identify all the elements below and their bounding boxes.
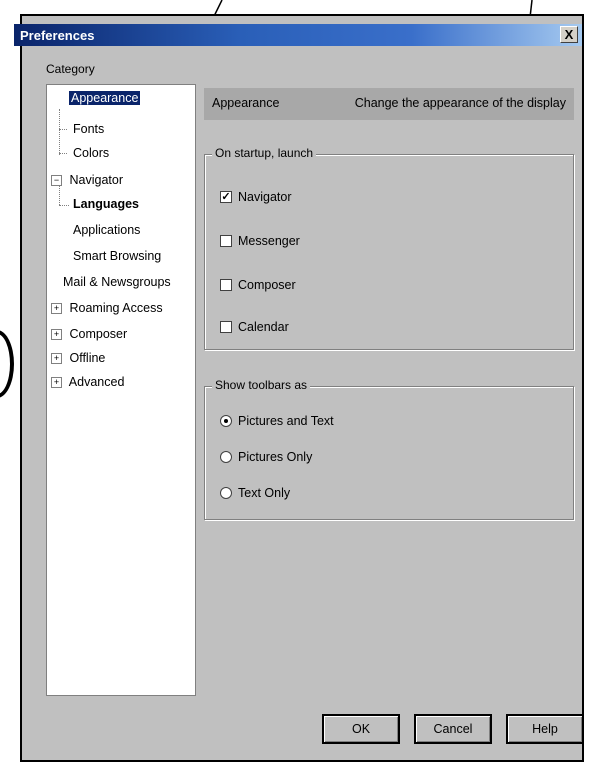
close-icon: X (564, 27, 574, 42)
tree-item-label: Fonts (73, 122, 105, 136)
tree-item-label: Appearance (69, 91, 141, 105)
tree-item-colors[interactable]: Colors (73, 144, 109, 162)
tree-item-label: Mail & Newsgroups (63, 275, 171, 289)
startup-option-calendar[interactable]: Calendar (220, 320, 289, 334)
tree-item-label: Languages (73, 197, 139, 211)
ok-button[interactable]: OK (322, 714, 400, 744)
tree-item-roaming-access[interactable]: + Roaming Access (51, 299, 163, 317)
startup-option-composer[interactable]: Composer (220, 278, 296, 292)
toolbars-group-legend: Show toolbars as (212, 378, 311, 392)
startup-option-navigator[interactable]: ✓ Navigator (220, 190, 292, 204)
tree-item-navigator[interactable]: − Navigator (51, 171, 123, 189)
tree-connector (59, 129, 67, 130)
tree-item-offline[interactable]: + Offline (51, 349, 105, 367)
tree-item-appearance[interactable]: Appearance (69, 89, 141, 107)
tree-item-label: Colors (73, 146, 110, 160)
radio-label: Pictures and Text (238, 414, 334, 428)
tree-item-languages[interactable]: Languages (73, 195, 139, 213)
tree-item-advanced[interactable]: + Advanced (51, 373, 124, 391)
tree-item-label: Applications (73, 223, 141, 237)
checkbox-label: Composer (238, 278, 296, 292)
checkbox-icon[interactable] (220, 235, 232, 247)
panel-header-description: Change the appearance of the display (354, 96, 566, 110)
tree-item-label: Roaming Access (69, 301, 163, 315)
radio-label: Pictures Only (238, 450, 313, 464)
checkbox-checked-icon[interactable]: ✓ (220, 191, 232, 203)
tree-item-label: Navigator (69, 173, 123, 187)
checkbox-icon[interactable] (220, 321, 232, 333)
tree-item-label: Composer (69, 327, 128, 341)
category-tree[interactable]: Appearance Fonts Colors − Navigator Lang… (46, 84, 196, 696)
checkbox-label: Calendar (238, 320, 289, 334)
radio-icon[interactable] (220, 451, 232, 463)
window-title: Preferences (20, 27, 95, 43)
radio-selected-icon[interactable] (220, 415, 232, 427)
expand-icon[interactable]: + (51, 303, 62, 315)
tree-item-label: Offline (69, 351, 106, 365)
ok-button-label: OK (351, 722, 371, 736)
title-bar[interactable]: Preferences X (14, 24, 582, 46)
cancel-button[interactable]: Cancel (414, 714, 492, 744)
toolbar-option-text-only[interactable]: Text Only (220, 486, 290, 500)
tree-connector (59, 109, 60, 155)
close-button[interactable]: X (560, 26, 578, 43)
expand-icon[interactable]: + (51, 329, 62, 341)
tree-item-label: Smart Browsing (73, 249, 162, 263)
expand-icon[interactable]: + (51, 377, 62, 389)
checkbox-label: Messenger (238, 234, 300, 248)
category-label: Category (46, 62, 95, 76)
radio-label: Text Only (238, 486, 291, 500)
checkbox-icon[interactable] (220, 279, 232, 291)
tree-connector (59, 205, 69, 206)
panel-header: Appearance Change the appearance of the … (204, 88, 574, 120)
collapse-icon[interactable]: − (51, 175, 62, 187)
tree-item-label: Advanced (68, 375, 125, 389)
tree-connector (59, 153, 67, 154)
tree-item-fonts[interactable]: Fonts (73, 120, 104, 138)
panel-header-title: Appearance (212, 96, 280, 110)
help-button-label: Help (532, 722, 558, 736)
toolbar-option-pictures-only[interactable]: Pictures Only (220, 450, 312, 464)
radio-icon[interactable] (220, 487, 232, 499)
tree-item-smart-browsing[interactable]: Smart Browsing (73, 247, 161, 265)
tree-item-mail-newsgroups[interactable]: Mail & Newsgroups (63, 273, 171, 291)
startup-group-legend: On startup, launch (212, 146, 317, 160)
expand-icon[interactable]: + (51, 353, 62, 365)
tree-item-composer[interactable]: + Composer (51, 325, 127, 343)
checkbox-label: Navigator (238, 190, 292, 204)
tree-item-applications[interactable]: Applications (73, 221, 140, 239)
toolbar-option-pictures-and-text[interactable]: Pictures and Text (220, 414, 334, 428)
help-button[interactable]: Help (506, 714, 584, 744)
cancel-button-label: Cancel (433, 722, 473, 736)
startup-option-messenger[interactable]: Messenger (220, 234, 300, 248)
